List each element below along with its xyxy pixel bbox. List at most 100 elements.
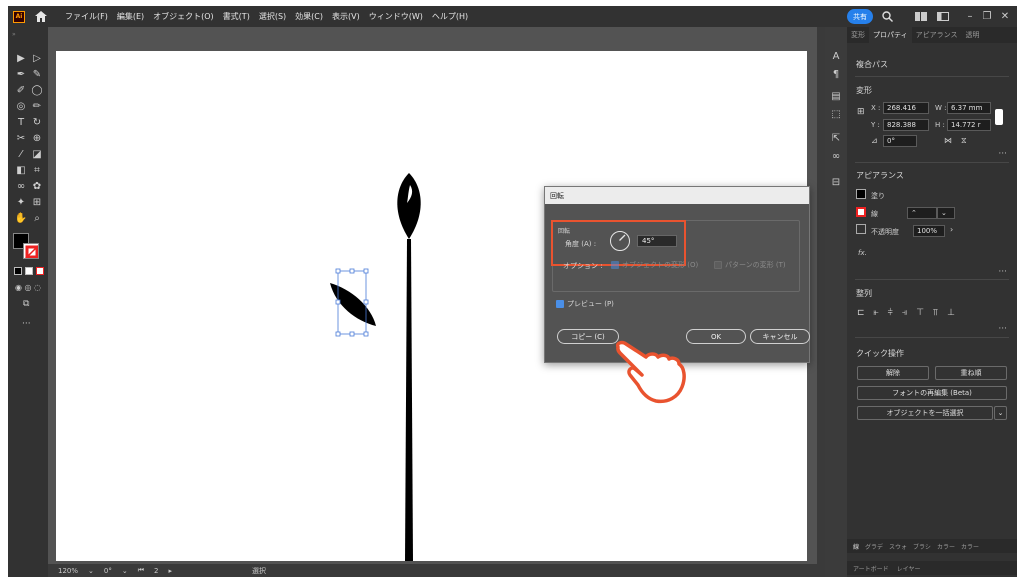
- restore-icon[interactable]: ❐: [980, 9, 994, 23]
- align-vcenter-icon[interactable]: ⫪: [933, 308, 938, 318]
- angle-field[interactable]: 0°: [883, 135, 917, 147]
- tab-transparency[interactable]: 透明: [961, 27, 983, 43]
- transform-more-icon[interactable]: ···: [998, 149, 1007, 159]
- tab-artboards[interactable]: アートボード: [853, 564, 889, 573]
- menu-view[interactable]: 表示(V): [332, 11, 360, 22]
- align-hcenter-icon[interactable]: ⫩: [888, 308, 893, 318]
- rotation-value[interactable]: 0°: [104, 567, 112, 575]
- tab-properties[interactable]: プロパティ: [869, 27, 912, 43]
- menu-type[interactable]: 書式(T): [223, 11, 250, 22]
- symbol-tool-icon[interactable]: ✿: [29, 179, 45, 193]
- ellipse-tool-icon[interactable]: ◯: [29, 83, 45, 97]
- tab-layers[interactable]: レイヤー: [897, 564, 921, 573]
- fx-button[interactable]: fx.: [858, 249, 867, 257]
- artboard-tool-icon[interactable]: ⊞: [29, 195, 45, 209]
- select-same-button[interactable]: オブジェクトを一括選択: [857, 406, 993, 420]
- menu-edit[interactable]: 編集(E): [117, 11, 144, 22]
- preview-checkbox[interactable]: [556, 300, 564, 308]
- type-tool-icon[interactable]: T: [13, 115, 29, 129]
- angle-dial-icon[interactable]: [610, 231, 630, 251]
- asset-export-icon[interactable]: ⇱: [829, 131, 843, 145]
- screen-mode-icon[interactable]: ⧉: [23, 299, 29, 309]
- shape-builder-icon[interactable]: ⊕: [29, 131, 45, 145]
- transform-patterns-checkbox[interactable]: [714, 261, 722, 269]
- artboard-next-icon[interactable]: ▸: [169, 567, 173, 575]
- paint-bucket-icon[interactable]: ◪: [29, 147, 45, 161]
- eyedropper-tool-icon[interactable]: ⁄: [13, 147, 29, 161]
- align-bottom-icon[interactable]: ⊥: [947, 308, 955, 318]
- libraries-icon[interactable]: ▤: [829, 89, 843, 103]
- export-icon[interactable]: ⬚: [829, 107, 843, 121]
- tab-color[interactable]: カラー: [937, 542, 955, 551]
- pin-tool-icon[interactable]: ✦: [13, 195, 29, 209]
- search-icon[interactable]: [880, 9, 894, 23]
- menu-effect[interactable]: 効果(C): [295, 11, 323, 22]
- angle-input[interactable]: 45°: [637, 235, 677, 247]
- vertical-scrollbar[interactable]: [817, 27, 825, 577]
- color-mode-icon[interactable]: [14, 267, 22, 275]
- direct-selection-tool-icon[interactable]: ▷: [29, 51, 45, 65]
- menu-select[interactable]: 選択(S): [259, 11, 286, 22]
- ok-button[interactable]: OK: [686, 329, 746, 344]
- zoom-level[interactable]: 120%: [58, 567, 78, 575]
- links-icon[interactable]: ∞: [829, 149, 843, 163]
- blend-tool-icon[interactable]: ∞: [13, 179, 29, 193]
- menu-file[interactable]: ファイル(F): [65, 11, 108, 22]
- appearance-more-icon[interactable]: ···: [998, 267, 1007, 277]
- workspace-icon[interactable]: [914, 9, 928, 23]
- close-icon[interactable]: ✕: [998, 9, 1012, 23]
- align-more-icon[interactable]: ···: [998, 324, 1007, 334]
- selection-tool-icon[interactable]: ▶: [13, 51, 29, 65]
- mesh-tool-icon[interactable]: ⌗: [29, 163, 45, 177]
- flower-head-shape[interactable]: [397, 173, 420, 239]
- menu-window[interactable]: ウィンドウ(W): [369, 11, 423, 22]
- transform-objects-checkbox[interactable]: [611, 261, 619, 269]
- x-field[interactable]: 268.416: [883, 102, 929, 114]
- y-field[interactable]: 828.388: [883, 119, 929, 131]
- gradient-tool-icon[interactable]: ◧: [13, 163, 29, 177]
- leaf-shape[interactable]: [330, 283, 376, 326]
- pen-tool-icon[interactable]: ✒: [13, 67, 29, 81]
- stroke-swatch[interactable]: [23, 243, 39, 259]
- share-button[interactable]: 共有: [847, 9, 873, 24]
- tab-stroke[interactable]: 線: [853, 542, 859, 551]
- align-left-icon[interactable]: ⫦: [874, 308, 879, 318]
- stroke-weight-field[interactable]: ⌃: [907, 207, 937, 219]
- tab-color-guide[interactable]: カラー: [961, 542, 979, 551]
- curvature-tool-icon[interactable]: ✎: [29, 67, 45, 81]
- flip-vertical-icon[interactable]: ⧖: [961, 136, 967, 146]
- copy-button[interactable]: コピー (C): [557, 329, 619, 344]
- align-right-icon[interactable]: ⫣: [902, 308, 907, 318]
- character-panel-icon[interactable]: A: [829, 49, 843, 63]
- spiral-tool-icon[interactable]: ◎: [13, 99, 29, 113]
- artboard-first-icon[interactable]: ⏮: [138, 566, 144, 575]
- tab-appearance[interactable]: アピアランス: [912, 27, 962, 43]
- zoom-tool-icon[interactable]: ⌕: [29, 211, 45, 225]
- artboard-number[interactable]: 2: [154, 567, 158, 575]
- tab-transform[interactable]: 変形: [847, 27, 869, 43]
- align-panel-icon[interactable]: ⊟: [829, 175, 843, 189]
- pencil-tool-icon[interactable]: ✏: [29, 99, 45, 113]
- cancel-button[interactable]: キャンセル: [750, 329, 810, 344]
- home-icon[interactable]: [33, 9, 49, 25]
- rotate-tool-icon[interactable]: ↻: [29, 115, 45, 129]
- tab-brushes[interactable]: ブラシ: [913, 542, 931, 551]
- paragraph-panel-icon[interactable]: ¶: [829, 67, 843, 81]
- gradient-mode-icon[interactable]: [25, 267, 33, 275]
- tab-gradient[interactable]: グラデ: [865, 542, 883, 551]
- opacity-field[interactable]: 100%: [913, 225, 945, 237]
- menu-help[interactable]: ヘルプ(H): [432, 11, 468, 22]
- zoom-dropdown-icon[interactable]: ⌄: [88, 567, 94, 575]
- hand-tool-icon[interactable]: ✋: [13, 211, 29, 225]
- tab-swatches[interactable]: スウォ: [889, 542, 907, 551]
- select-same-dropdown[interactable]: ⌄: [994, 406, 1007, 420]
- font-reedit-button[interactable]: フォントの再編集 (Beta): [857, 386, 1007, 400]
- panel-layout-icon[interactable]: [936, 9, 950, 23]
- arrange-button[interactable]: 重ね順: [935, 366, 1007, 380]
- w-field[interactable]: 6.37 mm: [947, 102, 991, 114]
- flip-horizontal-icon[interactable]: ⋈: [944, 136, 952, 145]
- constrain-proportions-icon[interactable]: [995, 109, 1003, 125]
- align-to-icon[interactable]: ⊏: [857, 308, 865, 318]
- reference-point-icon[interactable]: ⊞: [857, 107, 865, 117]
- draw-mode-icon[interactable]: ◉ ◎ ◌: [15, 283, 41, 292]
